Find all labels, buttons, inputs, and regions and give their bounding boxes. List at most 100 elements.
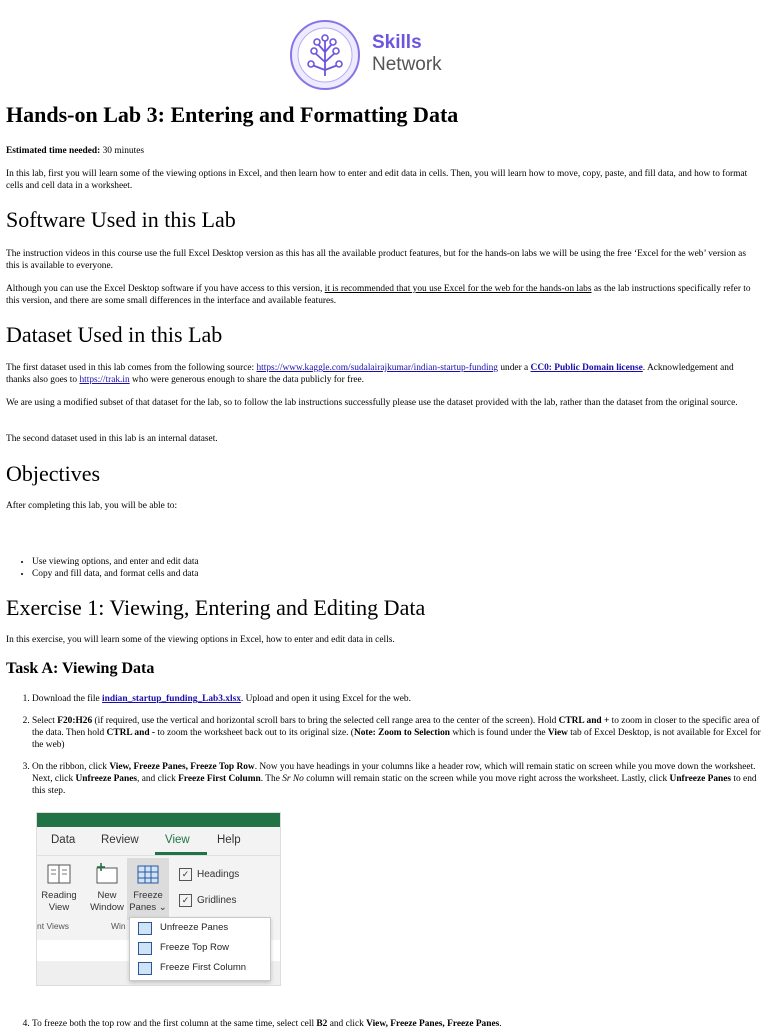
steps-list-continued: To freeze both the top row and the first… xyxy=(32,1018,762,1030)
step2-view-tab: View xyxy=(547,728,568,738)
step3-text-e: column will remain static on the screen … xyxy=(303,774,670,784)
reading-view-button[interactable]: Reading View xyxy=(39,862,79,914)
objective-item: Copy and fill data, and format cells and… xyxy=(32,568,199,580)
freeze-top-row-icon xyxy=(138,942,152,955)
menu-item-label: Freeze First Column xyxy=(160,962,247,973)
freeze-panes-text: Freeze Panes xyxy=(129,890,163,913)
step-3: On the ribbon, click View, Freeze Panes,… xyxy=(32,761,762,797)
tree-icon xyxy=(290,20,360,90)
dataset-paragraph-1: The first dataset used in this lab comes… xyxy=(6,362,760,386)
dataset-paragraph-3: The second dataset used in this lab is a… xyxy=(6,434,218,444)
dataset-p1-b: under a xyxy=(498,363,531,373)
dataset-paragraph-2: We are using a modified subset of that d… xyxy=(6,398,738,408)
lab-file-link[interactable]: indian_startup_funding_Lab3.xlsx xyxy=(102,694,241,704)
new-window-icon xyxy=(96,863,118,884)
objective-item: Use viewing options, and enter and edit … xyxy=(32,556,199,568)
group-label-views: nt Views xyxy=(37,921,69,931)
exercise1-intro: In this exercise, you will learn some of… xyxy=(6,635,395,645)
logo-wordmark: Skills Network xyxy=(372,32,442,76)
trak-link[interactable]: https://trak.in xyxy=(79,375,129,385)
step1-text-b: . Upload and open it using Excel for the… xyxy=(240,694,411,704)
step4-command: View, Freeze Panes, Freeze Panes xyxy=(366,1019,500,1029)
check-icon: ✓ xyxy=(179,894,192,907)
excel-tab-bar: Data Review View Help xyxy=(37,827,280,856)
new-window-label: New Window xyxy=(90,890,124,913)
estimated-time-value: 30 minutes xyxy=(102,146,145,156)
step2-range: F20:H26 xyxy=(57,716,93,726)
objectives-intro: After completing this lab, you will be a… xyxy=(6,501,178,511)
menu-item-label: Freeze Top Row xyxy=(160,942,229,953)
step3-italic: Sr No xyxy=(282,774,304,784)
headings-checkbox[interactable]: ✓ Headings xyxy=(179,868,239,881)
step2-text-a: Select xyxy=(32,716,58,726)
step2-key-zoom-out: CTRL and - xyxy=(106,728,156,738)
step-1: Download the file indian_startup_funding… xyxy=(32,693,762,705)
kaggle-link[interactable]: https://www.kaggle.com/sudalairajkumar/i… xyxy=(256,363,498,373)
step3-bold-2: Unfreeze Panes xyxy=(75,774,138,784)
software-p2-start: Although you can use the Excel Desktop s… xyxy=(6,284,325,294)
step-4: To freeze both the top row and the first… xyxy=(32,1018,762,1030)
group-label-window: Win xyxy=(111,921,126,931)
step2-text-b: (if required, use the vertical and horiz… xyxy=(92,716,559,726)
menu-item-unfreeze-panes[interactable]: Unfreeze Panes xyxy=(130,918,270,938)
tab-help[interactable]: Help xyxy=(217,834,241,846)
step4-text-c: . xyxy=(499,1019,502,1029)
step3-text-d: . The xyxy=(260,774,283,784)
intro-paragraph: In this lab, first you will learn some o… xyxy=(6,169,748,191)
software-paragraph-2: Although you can use the Excel Desktop s… xyxy=(6,283,760,307)
tab-review[interactable]: Review xyxy=(101,834,139,846)
new-window-button[interactable]: New Window xyxy=(87,862,127,914)
step4-text-b: and click xyxy=(327,1019,367,1029)
step3-bold-1: View, Freeze Panes, Freeze Top Row xyxy=(109,762,255,772)
freeze-panes-icon xyxy=(138,922,152,935)
freeze-panes-dropdown: Unfreeze Panes Freeze Top Row Freeze Fir… xyxy=(129,917,271,981)
headings-label: Headings xyxy=(197,869,240,881)
step3-bold-3: Freeze First Column xyxy=(178,774,261,784)
freeze-first-column-icon xyxy=(138,962,152,975)
menu-item-freeze-top-row[interactable]: Freeze Top Row xyxy=(130,938,270,958)
step2-text-d: to zoom the worksheet back out to its or… xyxy=(155,728,354,738)
estimated-time: Estimated time needed: 30 minutes xyxy=(6,145,760,157)
freeze-panes-button[interactable]: Freeze Panes ⌄ xyxy=(127,858,169,920)
reading-view-icon xyxy=(47,864,71,884)
objectives-heading: Objectives xyxy=(6,461,101,486)
objectives-list: Use viewing options, and enter and edit … xyxy=(32,556,199,580)
menu-item-freeze-first-column[interactable]: Freeze First Column xyxy=(130,958,270,978)
task-a-heading: Task A: Viewing Data xyxy=(6,660,155,677)
page-title: Hands-on Lab 3: Entering and Formatting … xyxy=(6,102,459,127)
software-recommendation: it is recommended that you use Excel for… xyxy=(324,284,592,294)
chevron-down-icon: ⌄ xyxy=(158,902,167,913)
gridlines-checkbox[interactable]: ✓ Gridlines xyxy=(179,894,236,907)
estimated-time-label: Estimated time needed: xyxy=(6,146,101,156)
step2-text-e: which is found under the xyxy=(450,728,548,738)
step-2: Select F20:H26 (if required, use the ver… xyxy=(32,715,762,751)
freeze-panes-label: Freeze Panes ⌄ xyxy=(127,890,169,914)
dataset-heading: Dataset Used in this Lab xyxy=(6,322,223,347)
excel-title-bar xyxy=(37,813,280,827)
exercise1-heading: Exercise 1: Viewing, Entering and Editin… xyxy=(6,595,426,620)
license-link[interactable]: CC0: Public Domain license xyxy=(531,363,643,373)
step3-text-c: , and click xyxy=(137,774,179,784)
active-tab-indicator xyxy=(155,852,207,855)
step3-text-a: On the ribbon, click xyxy=(32,762,110,772)
logo-word-skills: Skills xyxy=(372,32,422,53)
software-heading: Software Used in this Lab xyxy=(6,207,236,232)
step1-text-a: Download the file xyxy=(32,694,103,704)
dataset-p1-d: who were generous enough to share the da… xyxy=(129,375,364,385)
software-paragraph-1: The instruction videos in this course us… xyxy=(6,249,746,271)
tab-data[interactable]: Data xyxy=(51,834,75,846)
dataset-p1-a: The first dataset used in this lab comes… xyxy=(6,363,257,373)
excel-ribbon-screenshot: Data Review View Help Reading View New W… xyxy=(36,812,281,986)
step4-text-a: To freeze both the top row and the first… xyxy=(32,1019,317,1029)
tab-view[interactable]: View xyxy=(165,834,190,846)
check-icon: ✓ xyxy=(179,868,192,881)
step2-key-zoom-in: CTRL and + xyxy=(558,716,610,726)
step4-cell: B2 xyxy=(316,1019,328,1029)
logo-word-network: Network xyxy=(372,54,442,75)
freeze-panes-icon xyxy=(137,865,159,884)
steps-list: Download the file indian_startup_funding… xyxy=(32,693,762,797)
reading-view-label: Reading View xyxy=(41,890,77,913)
step3-bold-4: Unfreeze Panes xyxy=(669,774,732,784)
step2-note: Note: Zoom to Selection xyxy=(353,728,451,738)
gridlines-label: Gridlines xyxy=(197,895,237,907)
